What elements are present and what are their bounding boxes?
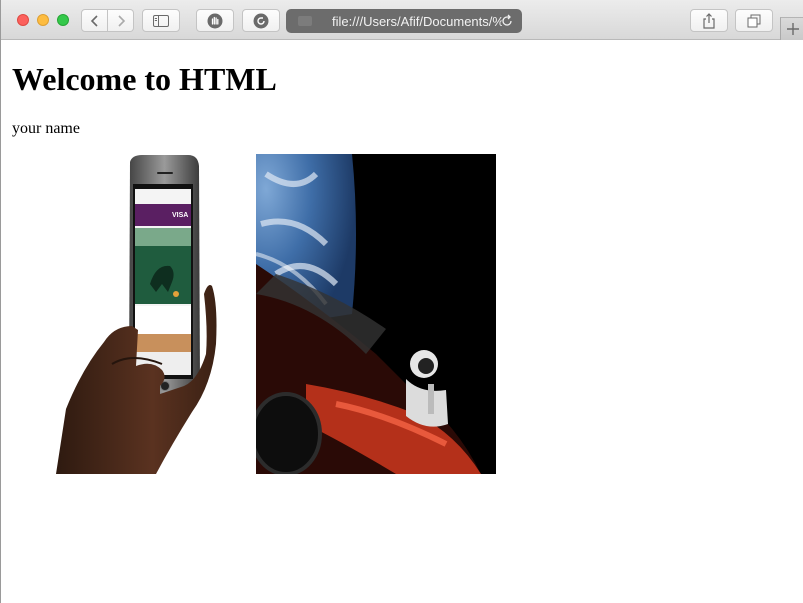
browser-toolbar: file:///Users/Afif/Documents/%: [1, 0, 803, 40]
new-tab-button[interactable]: [780, 17, 803, 40]
address-favicon: [298, 16, 312, 26]
back-button[interactable]: [81, 9, 108, 32]
tabs-icon: [747, 14, 761, 27]
hand-icon: [207, 13, 223, 28]
extension-button[interactable]: [242, 9, 280, 32]
privacy-button[interactable]: [196, 9, 234, 32]
minimize-window-button[interactable]: [37, 14, 49, 26]
share-button[interactable]: [690, 9, 728, 32]
address-bar[interactable]: file:///Users/Afif/Documents/%: [286, 9, 522, 33]
chevron-left-icon: [90, 14, 98, 27]
roadster-in-space-image: [256, 154, 496, 474]
refresh-circle-icon: [253, 13, 269, 28]
navigation-buttons: [81, 9, 134, 32]
page-heading: Welcome to HTML: [12, 61, 277, 97]
address-url: file:///Users/Afif/Documents/%: [332, 13, 502, 29]
plus-icon: [786, 23, 799, 35]
phone-illustration: VISA: [56, 155, 217, 474]
sidebar-icon: [153, 14, 169, 27]
sidebar-button[interactable]: [142, 9, 180, 32]
visa-text: VISA: [172, 212, 188, 219]
reload-icon[interactable]: [500, 14, 514, 28]
page-content: Welcome to HTML your name VISA: [1, 40, 803, 603]
phone-in-hand-image: VISA: [12, 154, 242, 474]
browser-window: file:///Users/Afif/Documents/% Welcome t…: [0, 0, 803, 603]
forward-button[interactable]: [108, 9, 134, 32]
zoom-window-button[interactable]: [57, 14, 69, 26]
name-paragraph: your name: [12, 120, 80, 137]
tabs-overview-button[interactable]: [735, 9, 773, 32]
space-illustration: [256, 154, 496, 474]
chevron-right-icon: [117, 14, 125, 27]
close-window-button[interactable]: [17, 14, 29, 26]
share-icon: [703, 12, 715, 29]
